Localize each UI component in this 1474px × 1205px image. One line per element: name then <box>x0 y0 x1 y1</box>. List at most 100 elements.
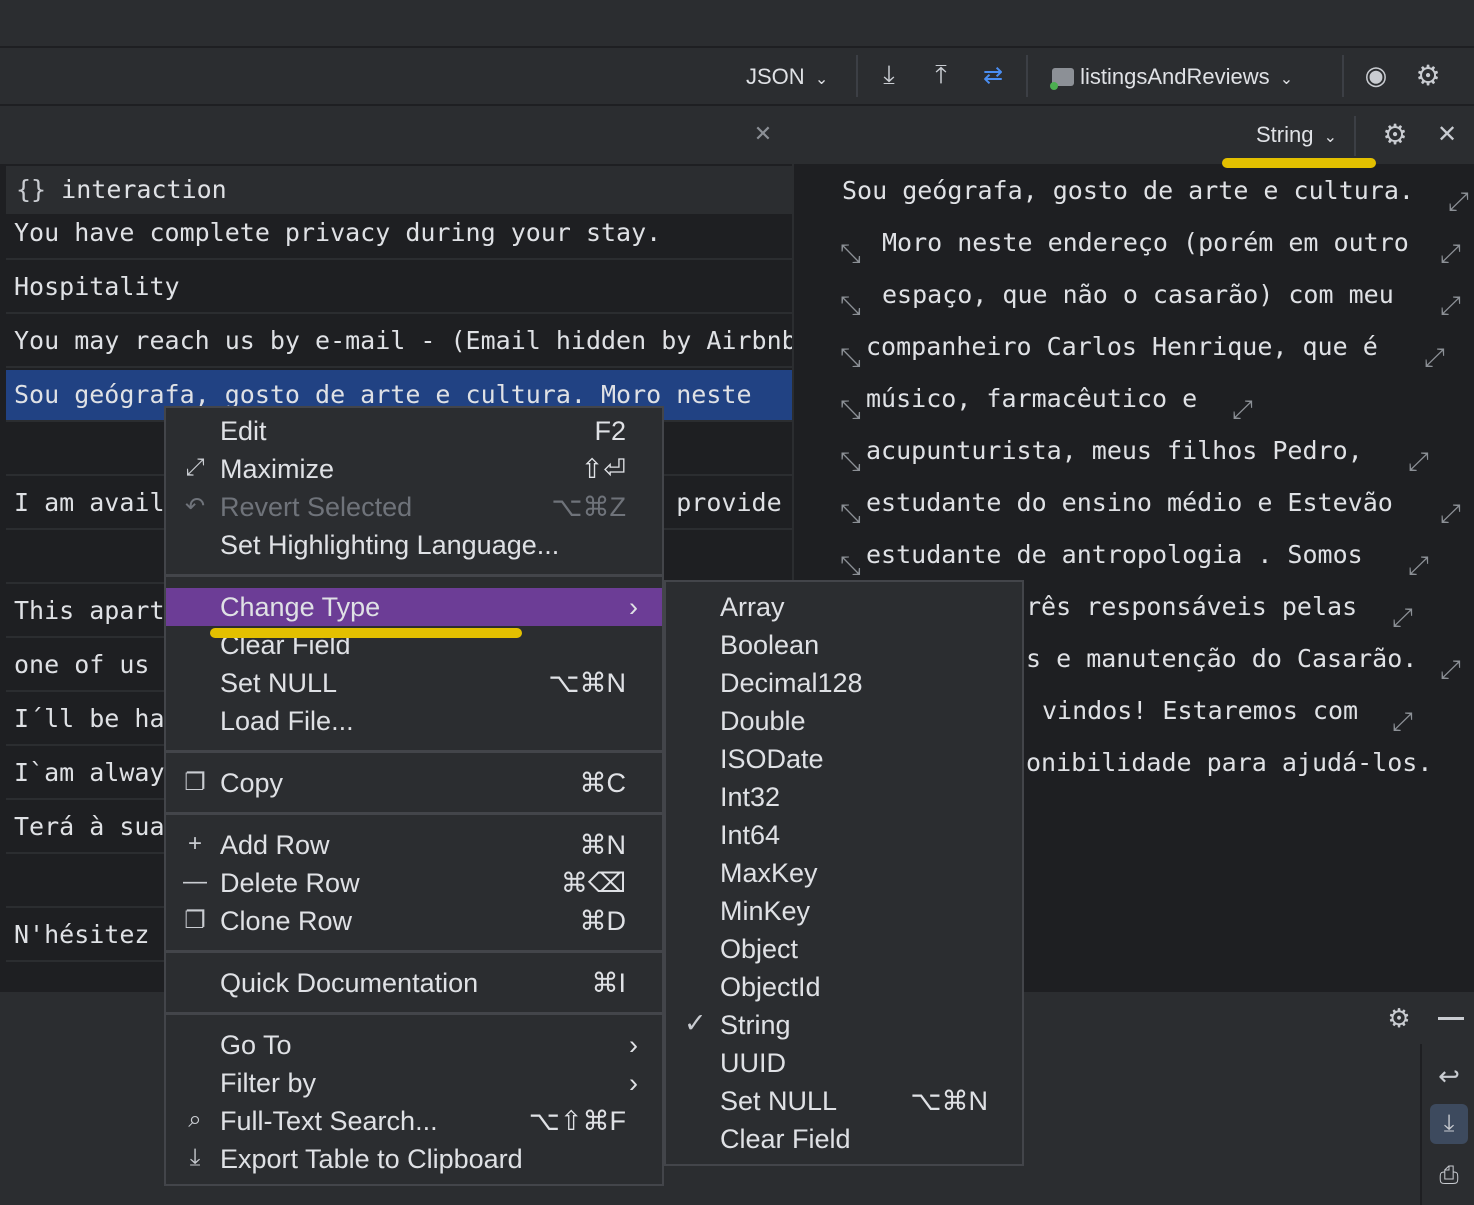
value-line: acupunturista, meus filhos Pedro, <box>866 436 1363 465</box>
submenu-item-shortcut: ⌥⌘N <box>910 1086 988 1116</box>
settings-icon[interactable]: ⚙ <box>1410 58 1446 92</box>
collection-selector[interactable]: listingsAndReviews ⌄ <box>1050 64 1294 90</box>
print-icon[interactable]: ⎙ <box>1430 1158 1468 1194</box>
table-row[interactable]: You have complete privacy during your st… <box>6 208 792 260</box>
collection-label: listingsAndReviews <box>1080 64 1270 89</box>
menu-item-copy[interactable]: ❐ Copy ⌘C <box>166 764 662 802</box>
toolbar-divider <box>1342 55 1344 97</box>
close-icon[interactable]: ✕ <box>1432 118 1462 150</box>
menu-item-label: Go To <box>220 1030 292 1060</box>
soft-wrap-icon: ⤢ <box>1440 290 1461 320</box>
submenu-item-label: MinKey <box>720 896 811 926</box>
submenu-item-int64[interactable]: Int64 <box>666 816 1022 854</box>
menu-item-clone-row[interactable]: ❐ Clone Row ⌘D <box>166 902 662 940</box>
toolbar-divider <box>1026 55 1028 97</box>
upload-icon[interactable]: ⤒ <box>926 58 956 92</box>
submenu-item-uuid[interactable]: UUID <box>666 1044 1022 1082</box>
submenu-item-minkey[interactable]: MinKey <box>666 892 1022 930</box>
menu-item-label: Filter by <box>220 1068 317 1098</box>
menu-item-label: Set Highlighting Language... <box>220 530 560 560</box>
submenu-item-string[interactable]: ✓ String <box>666 1006 1022 1044</box>
settings-icon[interactable]: ⚙ <box>1382 1002 1416 1034</box>
submenu-item-label: String <box>720 1010 791 1040</box>
menu-item-edit[interactable]: Edit F2 <box>166 412 662 450</box>
menu-item-change-type[interactable]: Change Type › <box>166 588 662 626</box>
close-icon[interactable]: ✕ <box>750 120 776 148</box>
column-header[interactable]: {} interaction <box>6 166 792 214</box>
menu-item-label: Quick Documentation <box>220 968 479 998</box>
eye-icon[interactable]: ◉ <box>1358 58 1394 92</box>
submenu-item-array[interactable]: Array <box>666 588 1022 626</box>
soft-wrap-icon: ⤡ <box>840 446 861 476</box>
submenu-item-label: Object <box>720 934 799 964</box>
soft-wrap-icon: ⤡ <box>840 238 861 268</box>
soft-wrap-icon: ⤢ <box>1448 186 1469 216</box>
menu-item-set-null[interactable]: Set NULL ⌥⌘N <box>166 664 662 702</box>
soft-wrap-icon: ⤡ <box>840 498 861 528</box>
submenu-item-clear-field[interactable]: Clear Field <box>666 1120 1022 1158</box>
value-line: onibilidade para ajudá-los. <box>1026 748 1433 777</box>
menu-item-shortcut: ⌘N <box>579 830 627 860</box>
submenu-item-label: ISODate <box>720 744 824 774</box>
menu-item-label: Add Row <box>220 830 330 860</box>
scroll-to-end-icon[interactable]: ⤓ <box>1430 1104 1468 1144</box>
submenu-item-boolean[interactable]: Boolean <box>666 626 1022 664</box>
chevron-down-icon: ⌄ <box>1279 71 1294 88</box>
menu-item-label: Copy <box>220 768 284 798</box>
submenu-item-double[interactable]: Double <box>666 702 1022 740</box>
menu-item-label: Maximize <box>220 454 335 484</box>
soft-wrap-icon: ⤡ <box>840 394 861 424</box>
menu-item-label: Change Type <box>220 592 381 622</box>
soft-wrap-icon: ⤡ <box>840 550 861 580</box>
minimize-icon[interactable] <box>1438 1017 1464 1020</box>
menu-item-shortcut: ⌘I <box>591 968 626 998</box>
highlight-mark <box>1222 158 1376 168</box>
submenu-item-label: Clear Field <box>720 1124 851 1154</box>
menu-item-quick-documentation[interactable]: Quick Documentation ⌘I <box>166 964 662 1002</box>
submenu-item-int32[interactable]: Int32 <box>666 778 1022 816</box>
menu-separator <box>166 574 662 577</box>
menu-item-export-table-to-clipboard[interactable]: ⤓ Export Table to Clipboard <box>166 1140 662 1178</box>
copy-icon: ❐ <box>184 769 206 796</box>
context-menu: Edit F2 ⤢ Maximize ⇧⏎ ↶ Revert Selected … <box>164 406 664 1186</box>
menu-item-filter-by[interactable]: Filter by › <box>166 1064 662 1102</box>
menu-item-label: Full-Text Search... <box>220 1106 438 1136</box>
submenu-item-set-null[interactable]: Set NULL ⌥⌘N <box>666 1082 1022 1120</box>
soft-wrap-icon: ⤢ <box>1392 706 1413 736</box>
submenu-item-label: Array <box>720 592 785 622</box>
checkmark-icon: ✓ <box>684 1008 707 1038</box>
menu-item-maximize[interactable]: ⤢ Maximize ⇧⏎ <box>166 450 662 488</box>
menu-item-go-to[interactable]: Go To › <box>166 1026 662 1064</box>
soft-wrap-toggle-icon[interactable]: ↩ <box>1430 1058 1468 1094</box>
menu-item-label: Export Table to Clipboard <box>220 1144 523 1174</box>
menu-item-set-highlighting-language[interactable]: Set Highlighting Language... <box>166 526 662 564</box>
format-dropdown[interactable]: JSON ⌄ <box>746 64 828 90</box>
submenu-item-maxkey[interactable]: MaxKey <box>666 854 1022 892</box>
soft-wrap-icon: ⤢ <box>1392 602 1413 632</box>
toolbar-divider <box>856 55 858 97</box>
soft-wrap-icon: ⤢ <box>1440 238 1461 268</box>
submenu-item-isodate[interactable]: ISODate <box>666 740 1022 778</box>
menu-item-label: Edit <box>220 416 267 446</box>
submenu-item-label: Set NULL <box>720 1086 838 1116</box>
submenu-item-decimal128[interactable]: Decimal128 <box>666 664 1022 702</box>
menu-item-label: Delete Row <box>220 868 360 898</box>
output-sidebar: ↩ ⤓ ⎙ <box>1420 1044 1474 1205</box>
compare-icon[interactable]: ⇄ <box>976 58 1010 92</box>
submenu-item-label: MaxKey <box>720 858 818 888</box>
menu-item-label: Revert Selected <box>220 492 413 522</box>
soft-wrap-icon: ⤢ <box>1424 342 1445 372</box>
submenu-item-object[interactable]: Object <box>666 930 1022 968</box>
table-row[interactable]: You may reach us by e-mail - (Email hidd… <box>6 316 792 368</box>
menu-item-delete-row[interactable]: — Delete Row ⌘⌫ <box>166 864 662 902</box>
menu-item-load-file[interactable]: Load File... <box>166 702 662 740</box>
menu-item-full-text-search[interactable]: ⌕ Full-Text Search... ⌥⇧⌘F <box>166 1102 662 1140</box>
submenu-item-objectid[interactable]: ObjectId <box>666 968 1022 1006</box>
table-row[interactable]: Hospitality <box>6 262 792 314</box>
settings-icon[interactable]: ⚙ <box>1378 118 1412 150</box>
menu-item-add-row[interactable]: + Add Row ⌘N <box>166 826 662 864</box>
type-dropdown[interactable]: String ⌄ <box>1256 122 1337 148</box>
download-icon[interactable]: ⤓ <box>874 58 904 92</box>
soft-wrap-icon: ⤡ <box>840 290 861 320</box>
menu-item-shortcut: ⌥⌘N <box>548 668 626 698</box>
